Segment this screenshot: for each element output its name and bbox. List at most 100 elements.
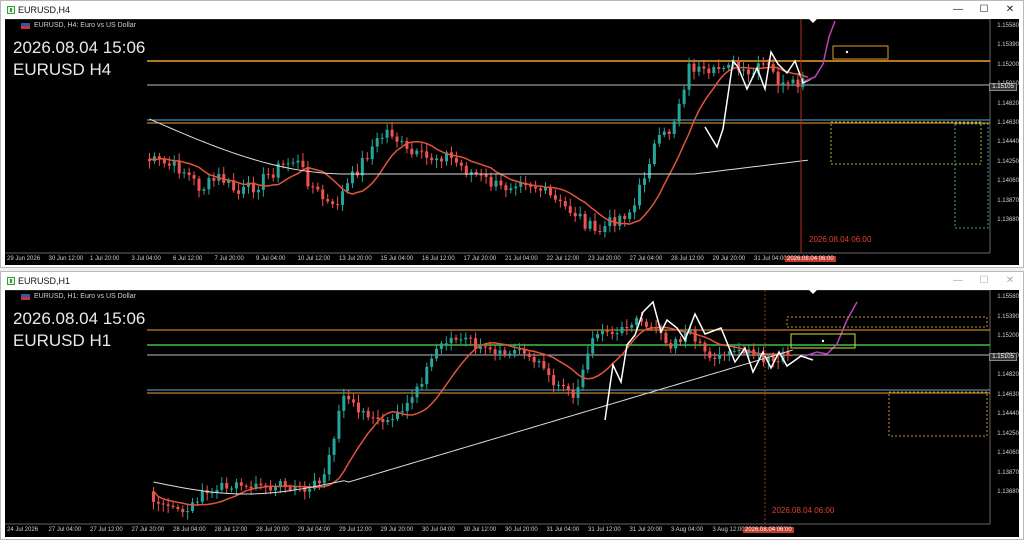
symbol-info: EURUSD, H1: Euro vs US Dollar — [21, 293, 136, 300]
candle-body — [508, 353, 512, 355]
time-tick-label: 27 Jul 20:00 — [131, 527, 165, 533]
window-titlebar[interactable]: EURUSD,H1 — ☐ ✕ — [1, 272, 1023, 290]
candle-body — [311, 186, 315, 188]
candle-body — [703, 342, 707, 352]
candle-body — [722, 354, 726, 356]
time-tick-label: 27 Jul 04:00 — [48, 527, 82, 533]
candle-body — [553, 195, 557, 200]
candle-body — [266, 173, 270, 175]
time-tick-label: 17 Jul 20:00 — [463, 256, 497, 262]
candle-body — [644, 321, 648, 327]
time-tick-label: 30 Jul 12:00 — [463, 527, 497, 533]
candle-body — [271, 174, 275, 178]
chart-canvas[interactable] — [5, 19, 1021, 265]
candle-body — [776, 71, 780, 86]
candle-body — [301, 160, 305, 168]
price-tick-label: 1.15390 — [997, 42, 1019, 49]
candle-body — [643, 178, 646, 185]
candle-body — [234, 482, 238, 489]
candle-body — [667, 131, 671, 135]
maximize-button[interactable]: ☐ — [971, 1, 997, 19]
candle-body — [623, 215, 627, 219]
candle-body — [464, 165, 468, 175]
candle-body — [410, 397, 414, 403]
price-tick-label: 1.14440 — [997, 139, 1019, 146]
candle-body — [509, 188, 513, 191]
candle-body — [395, 136, 399, 142]
price-tick-label: 1.14630 — [997, 391, 1019, 398]
candle-body — [186, 511, 190, 513]
candle-body — [625, 326, 629, 328]
candle-body — [781, 82, 785, 86]
time-tick-label: 24 Jul 2026 — [7, 527, 39, 533]
price-tick-label: 1.15200 — [997, 333, 1019, 339]
target-dot — [845, 50, 849, 54]
candle-body — [459, 162, 463, 166]
time-tick-label: 3 Jul 04:00 — [131, 256, 161, 262]
candle-body — [317, 480, 321, 484]
window-titlebar[interactable]: EURUSD,H4 — ☐ ✕ — [1, 1, 1023, 19]
candle-body — [321, 189, 325, 200]
candle-body — [539, 188, 543, 191]
currency-flag-icon — [21, 293, 30, 300]
candle-body — [420, 150, 424, 152]
candle-body — [391, 418, 395, 421]
time-tick-label: 30 Jun 12:00 — [48, 256, 84, 262]
candle-body — [331, 201, 335, 205]
chart-canvas[interactable] — [5, 290, 1021, 537]
time-tick-label: 29 Jul 20:00 — [380, 527, 414, 533]
candle-body — [249, 486, 253, 489]
chart-overlay-text: 2026.08.04 15:06 EURUSD H1 — [13, 308, 145, 352]
candle-body — [430, 358, 434, 367]
candle-body — [761, 63, 765, 65]
candle-body — [796, 79, 800, 88]
projection-box-green — [830, 121, 982, 165]
overlay-time: 2026.08.04 15:06 — [13, 38, 146, 57]
candle-body — [534, 186, 538, 189]
candle-body — [200, 490, 204, 502]
candle-body — [459, 339, 463, 341]
candle-body — [578, 213, 582, 217]
candle-body — [327, 454, 331, 475]
candle-body — [591, 338, 595, 354]
candle-body — [342, 395, 346, 411]
candle-body — [244, 485, 248, 487]
minimize-button[interactable]: — — [945, 1, 971, 19]
candle-body — [239, 482, 243, 486]
close-button[interactable]: ✕ — [997, 1, 1023, 19]
candle-body — [316, 186, 320, 190]
minimize-button[interactable]: — — [945, 272, 971, 290]
price-chart-h4[interactable]: EURUSD, H4: Euro vs US Dollar 2026.08.04… — [5, 19, 1019, 265]
candle-body — [615, 333, 619, 335]
price-tick-label: 1.13680 — [997, 217, 1019, 223]
time-tick-label: 29 Jun 2026 — [7, 256, 41, 262]
candle-body — [786, 82, 790, 84]
price-chart-h1[interactable]: EURUSD, H1: Euro vs US Dollar 2026.08.04… — [5, 290, 1019, 537]
time-tick-label: 28 Jul 20:00 — [256, 527, 289, 533]
candle-body — [677, 103, 681, 122]
vertical-line-label: 2026.08.04 06:00 — [809, 235, 872, 244]
price-tick-label: 1.14060 — [997, 178, 1019, 185]
candle-body — [742, 69, 745, 71]
candle-body — [618, 215, 622, 226]
candle-body — [630, 324, 634, 328]
candle-body — [278, 481, 282, 487]
candle-body — [237, 190, 241, 194]
candle-body — [405, 402, 409, 412]
candle-body — [332, 438, 336, 455]
candle-body — [746, 69, 750, 75]
price-tick-label: 1.13870 — [997, 469, 1019, 476]
price-tick-label: 1.14820 — [997, 372, 1019, 378]
candle-body — [192, 175, 196, 179]
close-button[interactable]: ✕ — [997, 272, 1023, 290]
candle-body — [573, 212, 577, 217]
chart-window-icon — [7, 6, 15, 14]
maximize-button[interactable]: ☐ — [971, 272, 997, 290]
moving-average-slow — [153, 349, 793, 495]
candle-body — [439, 343, 443, 349]
candle-body — [633, 205, 637, 213]
candle-body — [337, 410, 341, 439]
candle-body — [566, 386, 570, 391]
candle-body — [588, 220, 592, 229]
time-tick-label: 30 Jul 20:00 — [505, 527, 538, 533]
